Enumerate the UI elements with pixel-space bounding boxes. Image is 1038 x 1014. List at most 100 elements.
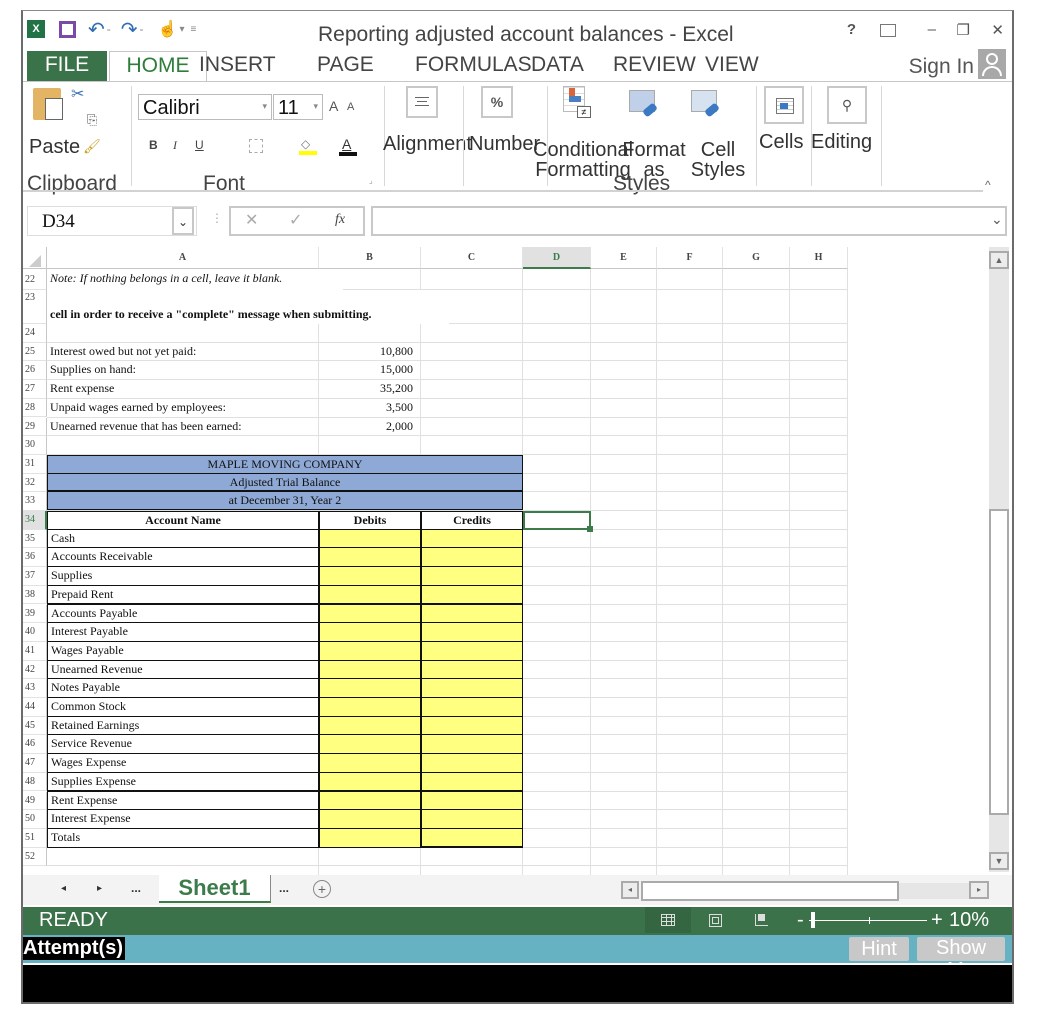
vertical-scroll-thumb[interactable] (989, 509, 1009, 815)
page-break-preview-button[interactable] (755, 914, 768, 926)
scroll-down-button[interactable]: ▼ (989, 852, 1009, 870)
new-sheet-button[interactable]: + (313, 880, 331, 898)
row-header-35[interactable]: 35 (23, 529, 47, 549)
row-header-29[interactable]: 29 (23, 417, 47, 437)
credit-input-cell[interactable] (421, 622, 523, 642)
row-header-31[interactable]: 31 (23, 454, 47, 474)
account-name-cell[interactable]: Interest Payable (47, 622, 319, 642)
credit-input-cell[interactable] (421, 753, 523, 773)
more-sheets-left-button[interactable]: ... (131, 881, 141, 895)
account-name-cell[interactable]: Rent Expense (47, 790, 319, 811)
account-name-cell[interactable]: Unearned Revenue (47, 659, 319, 680)
credit-input-cell[interactable] (421, 734, 523, 755)
debits-header[interactable]: Debits (319, 511, 421, 530)
report-header-1[interactable]: MAPLE MOVING COMPANY (47, 454, 523, 474)
row-header-32[interactable]: 32 (23, 473, 47, 493)
touch-dropdown-icon[interactable]: ▾ (179, 24, 184, 35)
cancel-formula-button[interactable]: ✕ (245, 210, 258, 230)
row-header-24[interactable]: 24 (23, 324, 47, 343)
decrease-font-size-icon[interactable]: A (347, 101, 354, 113)
credit-input-cell[interactable] (421, 547, 523, 568)
tab-view[interactable]: VIEW (705, 51, 759, 81)
tab-review[interactable]: REVIEW (613, 51, 696, 81)
row-header-26[interactable]: 26 (23, 361, 47, 381)
row-header-28[interactable]: 28 (23, 398, 47, 418)
credit-input-cell[interactable] (421, 827, 523, 848)
alignment-icon[interactable] (406, 86, 438, 118)
account-name-cell[interactable]: Accounts Receivable (47, 547, 319, 568)
row-header-40[interactable]: 40 (23, 623, 47, 642)
credit-input-cell[interactable] (421, 809, 523, 829)
row-header-47[interactable]: 47 (23, 754, 47, 773)
touch-mode-icon[interactable]: ☝ (158, 19, 178, 39)
tab-formulas[interactable]: FORMULAS (415, 51, 532, 81)
tab-file[interactable]: FILE (27, 51, 107, 81)
scroll-left-button[interactable]: ◂ (621, 881, 639, 899)
given-label-cell[interactable]: Interest owed but not yet paid: (47, 343, 319, 362)
save-icon[interactable] (59, 20, 76, 38)
tab-data[interactable]: DATA (531, 51, 584, 81)
help-button[interactable]: ? (847, 21, 856, 38)
page-layout-view-button[interactable] (709, 914, 722, 927)
sign-in-link[interactable]: Sign In (909, 55, 974, 79)
debit-input-cell[interactable] (319, 678, 421, 698)
row-header-37[interactable]: 37 (23, 567, 47, 586)
account-name-cell[interactable]: Accounts Payable (47, 603, 319, 624)
column-header-h[interactable]: H (790, 247, 848, 269)
hint-button[interactable]: Hint (849, 937, 909, 961)
fill-handle[interactable] (587, 525, 593, 532)
row-header-46[interactable]: 46 (23, 735, 47, 755)
credit-input-cell[interactable] (421, 771, 523, 792)
debit-input-cell[interactable] (319, 697, 421, 717)
font-name-combobox[interactable]: Calibri ▾ (138, 94, 272, 120)
row-header-43[interactable]: 43 (23, 679, 47, 698)
row-header-50[interactable]: 50 (23, 810, 47, 829)
select-all-button[interactable] (23, 247, 47, 269)
debit-input-cell[interactable] (319, 547, 421, 568)
account-name-cell[interactable]: Prepaid Rent (47, 584, 319, 605)
row-header-36[interactable]: 36 (23, 548, 47, 568)
credit-input-cell[interactable] (421, 790, 523, 811)
insert-function-button[interactable]: fx (335, 212, 345, 228)
alignment-button[interactable]: Alignment (383, 134, 472, 154)
minimize-button[interactable]: – (928, 21, 936, 38)
row-header-51[interactable]: 51 (23, 828, 47, 848)
cut-icon[interactable]: ✂ (71, 84, 84, 104)
debit-input-cell[interactable] (319, 528, 421, 549)
account-name-header[interactable]: Account Name (47, 511, 319, 530)
column-header-b[interactable]: B (319, 247, 421, 269)
zoom-level[interactable]: 10% (949, 909, 989, 932)
credit-input-cell[interactable] (421, 528, 523, 549)
debit-input-cell[interactable] (319, 771, 421, 792)
tab-home[interactable]: HOME (109, 51, 207, 81)
row-header-52[interactable]: 52 (23, 847, 47, 867)
collapse-ribbon-icon[interactable]: ^ (985, 178, 991, 192)
redo-dropdown-icon[interactable]: - (140, 22, 144, 36)
report-header-3[interactable]: at December 31, Year 2 (47, 491, 523, 510)
debit-input-cell[interactable] (319, 715, 421, 736)
zoom-in-button[interactable]: + (931, 909, 943, 932)
normal-view-button[interactable] (645, 907, 691, 933)
credit-input-cell[interactable] (421, 715, 523, 736)
undo-icon[interactable]: ↶ (88, 17, 105, 42)
row-header-49[interactable]: 49 (23, 791, 47, 811)
account-name-cell[interactable]: Totals (47, 827, 319, 848)
zoom-slider-thumb[interactable] (811, 912, 815, 928)
italic-button[interactable]: I (173, 138, 177, 153)
account-name-cell[interactable]: Retained Earnings (47, 715, 319, 736)
credit-input-cell[interactable] (421, 697, 523, 717)
debit-input-cell[interactable] (319, 827, 421, 848)
row-header-38[interactable]: 38 (23, 585, 47, 605)
bold-button[interactable]: B (149, 138, 158, 152)
next-sheet-button[interactable]: ▸ (97, 883, 102, 894)
account-name-cell[interactable]: Service Revenue (47, 734, 319, 755)
redo-icon[interactable]: ↷ (121, 17, 138, 42)
account-name-cell[interactable]: Interest Expense (47, 809, 319, 829)
horizontal-scroll-thumb[interactable] (641, 881, 899, 901)
conditional-formatting-icon[interactable]: ≠ (563, 86, 593, 120)
increase-font-size-icon[interactable]: A (329, 98, 338, 114)
cells-icon[interactable] (764, 86, 804, 124)
debit-input-cell[interactable] (319, 622, 421, 642)
formula-input[interactable] (371, 206, 1007, 236)
font-size-dropdown-icon[interactable]: ▾ (313, 101, 318, 112)
